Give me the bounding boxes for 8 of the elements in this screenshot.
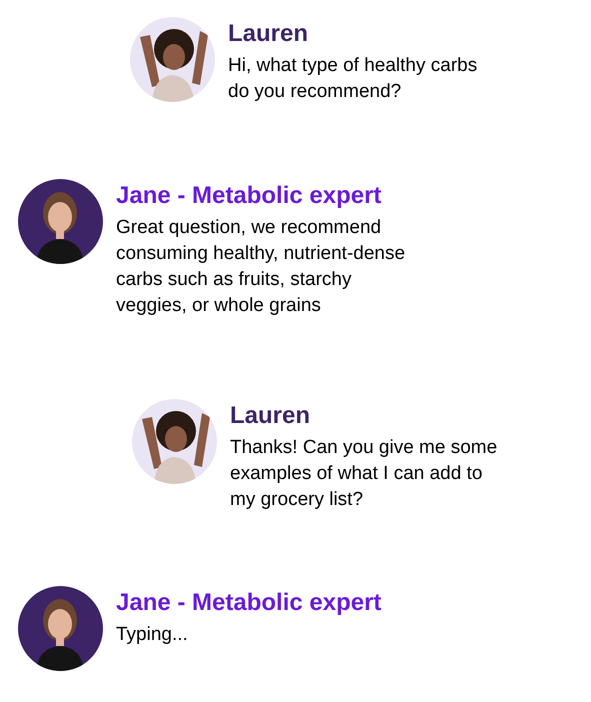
sender-name: Lauren — [230, 401, 312, 431]
message-text: Typing... — [116, 623, 189, 647]
sender-name: Jane - Metabolic expert — [116, 181, 382, 211]
message-text: Thanks! Can you give me some examples of what I can add to my grocery list? — [230, 436, 498, 512]
sender-name: Lauren — [228, 19, 310, 49]
message-text: Hi, what type of healthy carbs do you recommend? — [228, 54, 478, 104]
message-text: Great question, we recommend consuming healthy, nutrient-dense carbs such as fruits, starchy veggies, or whole grains — [116, 216, 406, 318]
sender-name: Jane - Metabolic expert — [116, 588, 382, 618]
